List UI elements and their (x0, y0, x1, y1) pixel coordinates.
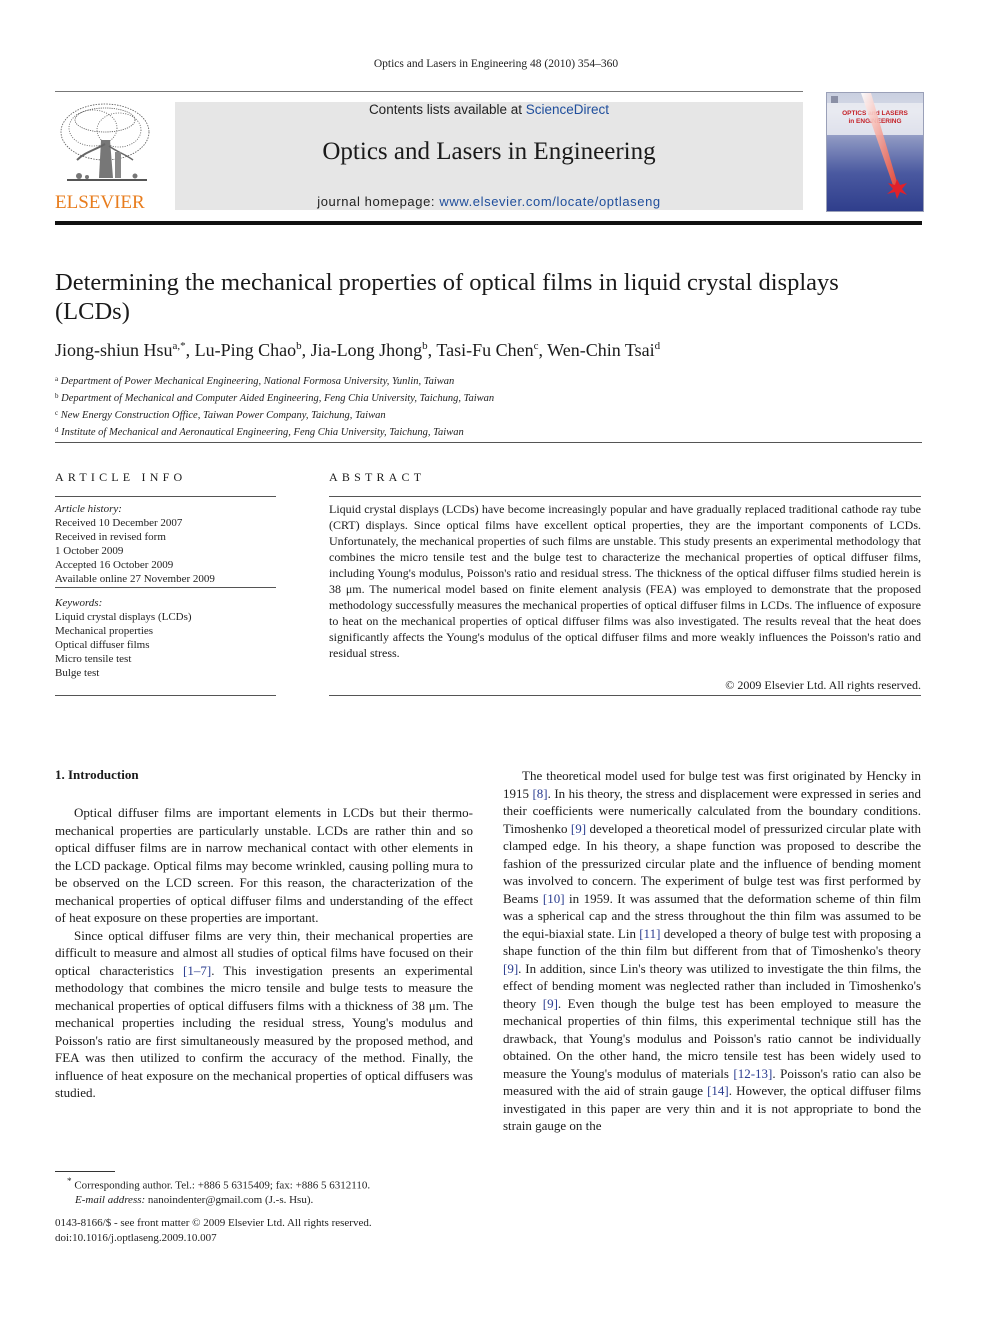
issn-line: 0143-8166/$ - see front matter © 2009 El… (55, 1217, 372, 1229)
journal-cover-thumbnail: OPTICS and LASERS in ENGINEERING (826, 92, 924, 212)
author[interactable]: Tasi-Fu Chenc (436, 340, 538, 360)
citation-link[interactable]: [10] (543, 891, 565, 906)
author-name: Jiong-shiun Hsu (55, 340, 173, 360)
affiliation: b Department of Mechanical and Computer … (55, 389, 935, 406)
history-entry: Available online 27 November 2009 (55, 573, 215, 585)
author-affil-marker: b (296, 340, 302, 352)
affiliation: c New Energy Construction Office, Taiwan… (55, 406, 935, 423)
history-entry: Received 10 December 2007 (55, 517, 183, 529)
author-name: Lu-Ping Chao (194, 340, 297, 360)
author-affil-marker: d (654, 340, 661, 352)
affiliation-text: Department of Power Mechanical Engineeri… (60, 376, 455, 387)
sciencedirect-link[interactable]: ScienceDirect (526, 102, 609, 117)
history-entry: 1 October 2009 (55, 545, 124, 557)
keyword: Micro tensile test (55, 653, 132, 665)
author-affil-marker: b (422, 340, 428, 352)
author[interactable]: Lu-Ping Chaob (195, 340, 302, 360)
author-affil-marker: a,* (172, 340, 186, 352)
author-name: Wen-Chin Tsai (547, 340, 655, 360)
author-affil-marker: c (533, 340, 539, 352)
running-head: Optics and Lasers in Engineering 48 (201… (373, 58, 619, 70)
tree-icon (60, 103, 150, 181)
elsevier-wordmark: ELSEVIER (55, 192, 145, 213)
citation-link[interactable]: [12-13] (733, 1066, 772, 1081)
abstract-rule (329, 496, 921, 497)
affiliation-key: a (55, 375, 59, 383)
author[interactable]: Jia-Long Jhongb (311, 340, 428, 360)
footnote-marker: * (67, 1176, 72, 1186)
corresponding-author-text: Corresponding author. Tel.: +886 5 63154… (74, 1179, 371, 1192)
homepage-link[interactable]: www.elsevier.com/locate/optlaseng (439, 194, 660, 209)
body-text: . This investigation presents an experim… (55, 962, 473, 1101)
keywords-label: Keywords: (55, 597, 103, 609)
author-name: Tasi-Fu Chen (436, 340, 534, 360)
citation-link[interactable]: [1–7] (183, 963, 211, 978)
author[interactable]: Jiong-shiun Hsua,* (55, 340, 186, 360)
article-history-label: Article history: (55, 503, 122, 515)
keyword: Liquid crystal displays (LCDs) (55, 611, 192, 623)
body-column-right: The theoretical model used for bulge tes… (503, 767, 921, 1135)
affiliation-text: Institute of Mechanical and Aeronautical… (61, 427, 464, 438)
article-info-rule (55, 695, 276, 696)
laser-beam-icon (831, 93, 907, 199)
article-info-heading: ARTICLE INFO (55, 470, 187, 484)
front-matter: 0143-8166/$ - see front matter © 2009 El… (55, 1216, 485, 1245)
keyword: Optical diffuser films (55, 639, 150, 651)
abstract-heading: ABSTRACT (329, 470, 426, 484)
header-rule-top (55, 91, 803, 92)
affiliation-key: c (55, 409, 59, 417)
abstract-text: Liquid crystal displays (LCDs) have beco… (329, 502, 921, 660)
citation-link[interactable]: [9] (503, 961, 518, 976)
history-entry: Accepted 16 October 2009 (55, 559, 174, 571)
section-heading-introduction: 1. Introduction (55, 767, 139, 782)
email-label: E-mail address: (75, 1194, 146, 1207)
affiliation-rule (55, 442, 922, 443)
abstract-rule (329, 695, 921, 696)
body-text: Optical diffuser films are important ele… (55, 805, 473, 925)
footnote-rule (55, 1171, 115, 1172)
affiliation-text: Department of Mechanical and Computer Ai… (61, 393, 495, 404)
keywords: Keywords: Liquid crystal displays (LCDs)… (55, 596, 285, 680)
doi-link[interactable]: doi:10.1016/j.optlaseng.2009.10.007 (55, 1231, 485, 1246)
body-paragraph: Since optical diffuser films are very th… (55, 927, 473, 1102)
affiliation-key: d (55, 426, 59, 434)
affiliation-text: New Energy Construction Office, Taiwan P… (60, 410, 386, 421)
body-paragraph: Optical diffuser films are important ele… (55, 804, 473, 927)
citation-link[interactable]: [9] (571, 821, 586, 836)
author[interactable]: Wen-Chin Tsaid (547, 340, 660, 360)
citation-link[interactable]: [14] (707, 1083, 729, 1098)
footnote: * Corresponding author. Tel.: +886 5 631… (55, 1174, 485, 1208)
body-paragraph: The theoretical model used for bulge tes… (503, 767, 921, 1135)
article-history: Article history: Received 10 December 20… (55, 502, 285, 586)
citation-link[interactable]: [11] (639, 926, 660, 941)
email-note: E-mail address: nanoindenter@gmail.com (… (55, 1193, 485, 1208)
email-address[interactable]: nanoindenter@gmail.com (J.-s. Hsu). (148, 1194, 313, 1206)
citation-link[interactable]: [9] (543, 996, 558, 1011)
journal-homepage: journal homepage: www.elsevier.com/locat… (175, 194, 803, 209)
affiliation: d Institute of Mechanical and Aeronautic… (55, 423, 935, 440)
history-entry: Received in revised form (55, 531, 166, 543)
journal-title: Optics and Lasers in Engineering (322, 138, 656, 165)
article-info-rule (55, 587, 276, 588)
header-rule-bottom (55, 221, 922, 225)
affiliation-key: b (55, 392, 59, 400)
article-info-rule (55, 496, 276, 497)
keyword: Mechanical properties (55, 625, 154, 637)
article-title: Determining the mechanical properties of… (55, 269, 839, 325)
author-name: Jia-Long Jhong (310, 340, 423, 360)
corresponding-author-note: * Corresponding author. Tel.: +886 5 631… (55, 1174, 485, 1193)
keyword: Bulge test (55, 667, 100, 679)
citation-link[interactable]: [8] (532, 786, 547, 801)
author-list: Jiong-shiun Hsua,*, Lu-Ping Chaob, Jia-L… (55, 340, 661, 360)
affiliation: a Department of Power Mechanical Enginee… (55, 372, 935, 389)
abstract-copyright: © 2009 Elsevier Ltd. All rights reserved… (725, 678, 921, 692)
body-column-left: Optical diffuser films are important ele… (55, 804, 473, 1102)
homepage-prefix: journal homepage: (317, 194, 440, 209)
contents-prefix: Contents lists available at (368, 102, 526, 117)
contents-line: Contents lists available at ScienceDirec… (175, 102, 803, 117)
affiliations: a Department of Power Mechanical Enginee… (55, 372, 935, 440)
